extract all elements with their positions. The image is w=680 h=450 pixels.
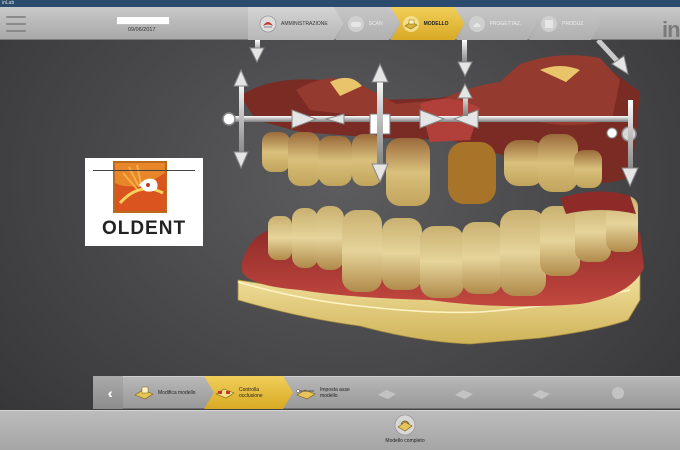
back-button[interactable]: ‹‹ [93,376,123,409]
segment-icon [530,385,552,401]
step-label: AMMINISTRAZIONE [281,20,328,27]
gauge-icon [607,385,629,401]
tool-label: Controlla occlusione [239,386,263,399]
trim-icon [376,385,398,401]
step-produzione: PRODUZ. [529,7,601,40]
crown-icon [258,14,278,34]
step-modello[interactable]: MODELLO [391,7,465,40]
tool-modifica-modello[interactable]: Modifica modello [123,376,212,409]
hamburger-menu-icon[interactable] [6,16,26,32]
tool-imposta-asse-modello[interactable]: Imposta asse modello [285,376,374,409]
model-icon [401,14,421,34]
scanner-icon [346,14,366,34]
model-complete-icon[interactable] [394,414,416,436]
margin-icon [453,385,475,401]
axis-handle-left[interactable] [222,112,236,126]
logo-divider [93,170,195,171]
tool-label: Modifica modello [158,389,196,396]
status-label: Modello completo [385,438,425,444]
step-amministrazione[interactable]: AMMINISTRAZIONE [248,7,344,40]
workflow-steps: AMMINISTRAZIONE SCAN MODELLO PROGETTAZ. … [248,7,593,40]
step-label: PRODUZ. [562,20,585,27]
edit-model-icon [133,385,155,401]
step-label: MODELLO [423,20,449,27]
step-label: PROGETTAZ. [489,20,522,27]
status-bar: Modello completo [0,410,680,450]
tool-disabled-2 [443,376,528,409]
dental-model-viewport[interactable] [215,40,680,370]
step-label: SCAN [368,20,383,27]
logo-text: OLDENT [101,218,187,239]
tool-disabled-1 [366,376,451,409]
axis-icon [295,385,317,401]
tool-controlla-occlusione[interactable]: Controlla occlusione [204,376,293,409]
mill-icon [539,14,559,34]
design-icon [467,14,487,34]
window-title: inLab [2,0,15,6]
step-progettazione: PROGETTAZ. [457,7,538,40]
tool-label: Imposta asse modello [320,386,350,399]
window-titlebar: inLab [0,0,680,7]
patient-name-field[interactable] [116,16,170,25]
step-scan: SCAN [336,7,399,40]
top-bar: 09/06/2017 AMMINISTRAZIONE SCAN MODELLO … [0,7,680,42]
occlusion-icon [214,385,236,401]
upper-teeth [262,132,602,206]
case-date: 09/06/2017 [128,27,156,33]
lab-logo-card: OLDENT [85,158,203,246]
tool-disabled-3 [520,376,605,409]
oldent-logo-icon [113,161,167,213]
tool-bar: ‹‹ Modifica modello Controlla occlusione… [93,376,680,409]
